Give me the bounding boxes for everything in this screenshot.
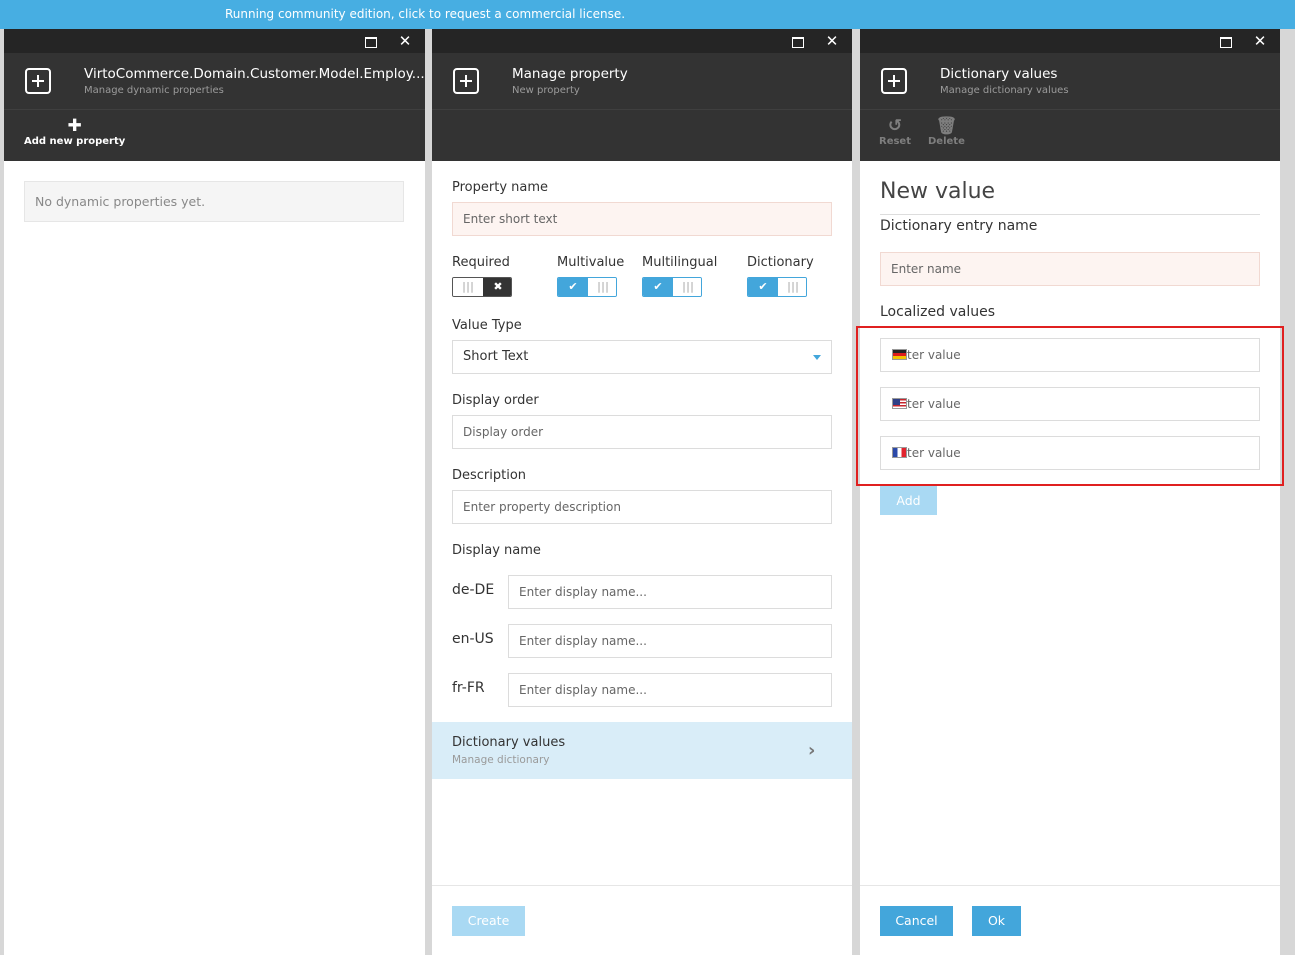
blade-subtitle: Manage dictionary values bbox=[940, 85, 1069, 96]
add-new-property-button[interactable]: ✚ Add new property bbox=[24, 116, 125, 147]
license-banner-text[interactable]: Running community edition, click to requ… bbox=[225, 0, 625, 29]
window-bar: ✕ bbox=[432, 29, 852, 53]
localized-value-fr-input[interactable]: ter value bbox=[880, 436, 1260, 470]
empty-state-message: No dynamic properties yet. bbox=[24, 181, 404, 222]
value-type-label: Value Type bbox=[452, 318, 522, 333]
window-bar: ✕ bbox=[860, 29, 1280, 53]
blade-header: VirtoCommerce.Domain.Customer.Model.Empl… bbox=[4, 53, 425, 109]
maximize-icon[interactable] bbox=[790, 33, 806, 49]
blade-subtitle: New property bbox=[512, 85, 580, 96]
display-name-label: Display name bbox=[452, 543, 541, 558]
x-icon: ✖ bbox=[483, 278, 511, 296]
display-order-label: Display order bbox=[452, 393, 539, 408]
dictionary-toggle[interactable]: ✔ ||| bbox=[747, 277, 807, 297]
entry-name-label: Dictionary entry name bbox=[880, 218, 1038, 234]
close-icon[interactable]: ✕ bbox=[397, 33, 413, 49]
caret-down-icon bbox=[813, 355, 821, 360]
blade-dynamic-properties: ✕ VirtoCommerce.Domain.Customer.Model.Em… bbox=[4, 29, 425, 955]
display-order-input[interactable]: Display order bbox=[452, 415, 832, 449]
check-icon: ✔ bbox=[558, 278, 588, 296]
dictionary-label: Dictionary bbox=[747, 255, 814, 270]
multivalue-label: Multivalue bbox=[557, 255, 625, 270]
add-new-property-label: Add new property bbox=[24, 136, 126, 147]
check-icon: ✔ bbox=[643, 278, 673, 296]
us-flag-icon bbox=[892, 398, 907, 409]
lang-fr-label: fr-FR bbox=[452, 680, 485, 696]
blade-toolbar: ✚ Add new property bbox=[4, 109, 425, 161]
cancel-button[interactable]: Cancel bbox=[880, 906, 953, 936]
ok-button[interactable]: Ok bbox=[972, 906, 1021, 936]
description-input[interactable]: Enter property description bbox=[452, 490, 832, 524]
localized-value-de-text: ter value bbox=[907, 348, 961, 362]
close-icon[interactable]: ✕ bbox=[824, 33, 840, 49]
required-label: Required bbox=[452, 255, 510, 270]
undo-icon: ↺ bbox=[887, 116, 903, 136]
license-banner[interactable]: Running community edition, click to requ… bbox=[0, 0, 1295, 29]
blade-manage-property: ✕ Manage property New property Property … bbox=[432, 29, 852, 955]
add-button[interactable]: Add bbox=[880, 486, 937, 515]
localized-value-de-input[interactable]: ter value bbox=[880, 338, 1260, 372]
localized-values-label: Localized values bbox=[880, 304, 996, 320]
value-type-selected: Short Text bbox=[463, 349, 529, 364]
blade-footer: Create bbox=[432, 885, 852, 955]
blade-subtitle: Manage dynamic properties bbox=[84, 85, 224, 96]
multilingual-label: Multilingual bbox=[642, 255, 718, 270]
new-value-heading: New value bbox=[880, 179, 996, 204]
display-name-en-input[interactable]: Enter display name... bbox=[508, 624, 832, 658]
blade-header: Manage property New property bbox=[432, 53, 852, 109]
check-icon: ✔ bbox=[748, 278, 778, 296]
property-name-input[interactable]: Enter short text bbox=[452, 202, 832, 236]
close-icon[interactable]: ✕ bbox=[1252, 33, 1268, 49]
blade-title: VirtoCommerce.Domain.Customer.Model.Empl… bbox=[84, 66, 425, 82]
blade-dictionary-values: ✕ Dictionary values Manage dictionary va… bbox=[860, 29, 1280, 955]
dictionary-values-nav-subtitle: Manage dictionary bbox=[452, 754, 550, 766]
display-name-de-input[interactable]: Enter display name... bbox=[508, 575, 832, 609]
multivalue-toggle[interactable]: ✔ ||| bbox=[557, 277, 617, 297]
multilingual-toggle[interactable]: ✔ ||| bbox=[642, 277, 702, 297]
plus-square-icon bbox=[453, 68, 479, 94]
property-name-label: Property name bbox=[452, 180, 549, 195]
delete-button[interactable]: 🗑 Delete bbox=[928, 116, 965, 147]
display-name-fr-input[interactable]: Enter display name... bbox=[508, 673, 832, 707]
required-toggle[interactable]: ||| ✖ bbox=[452, 277, 512, 297]
maximize-icon[interactable] bbox=[363, 33, 379, 49]
blade-title: Dictionary values bbox=[940, 66, 1058, 82]
localized-value-en-input[interactable]: ter value bbox=[880, 387, 1260, 421]
plus-square-icon bbox=[25, 68, 51, 94]
blade-footer: Cancel Ok bbox=[860, 885, 1280, 955]
maximize-icon[interactable] bbox=[1218, 33, 1234, 49]
window-bar: ✕ bbox=[4, 29, 425, 53]
localized-value-en-text: ter value bbox=[907, 397, 961, 411]
de-flag-icon bbox=[892, 349, 907, 360]
lang-de-label: de-DE bbox=[452, 582, 495, 598]
blade-header: Dictionary values Manage dictionary valu… bbox=[860, 53, 1280, 109]
reset-button[interactable]: ↺ Reset bbox=[879, 116, 911, 147]
plus-square-icon bbox=[881, 68, 907, 94]
plus-icon: ✚ bbox=[67, 116, 82, 136]
fr-flag-icon bbox=[892, 447, 907, 458]
lang-en-label: en-US bbox=[452, 631, 494, 647]
delete-label: Delete bbox=[928, 136, 965, 147]
blade-toolbar bbox=[432, 109, 852, 161]
reset-label: Reset bbox=[879, 136, 911, 147]
value-type-select[interactable]: Short Text bbox=[452, 340, 832, 374]
dictionary-values-nav[interactable]: Dictionary values Manage dictionary › bbox=[432, 722, 852, 779]
blade-title: Manage property bbox=[512, 66, 628, 82]
heading-divider bbox=[880, 214, 1260, 215]
blade-toolbar: ↺ Reset 🗑 Delete bbox=[860, 109, 1280, 161]
entry-name-input[interactable]: Enter name bbox=[880, 252, 1260, 286]
create-button[interactable]: Create bbox=[452, 906, 525, 936]
dictionary-values-nav-title: Dictionary values bbox=[452, 735, 566, 750]
trash-icon: 🗑 bbox=[935, 116, 958, 136]
description-label: Description bbox=[452, 468, 527, 483]
chevron-right-icon: › bbox=[808, 740, 816, 761]
localized-value-fr-text: ter value bbox=[907, 446, 961, 460]
